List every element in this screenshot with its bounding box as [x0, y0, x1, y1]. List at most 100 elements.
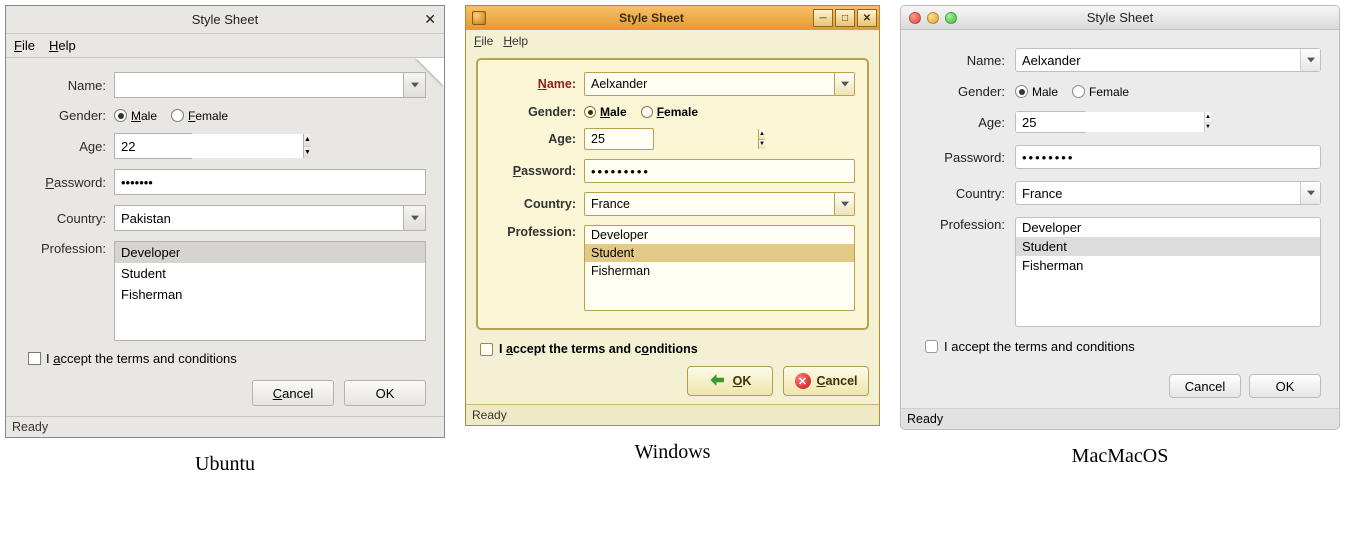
radio-icon	[584, 106, 596, 118]
age-label: Age:	[919, 115, 1005, 130]
checkbox-icon[interactable]	[480, 343, 493, 356]
country-label: Country:	[24, 211, 106, 226]
chevron-up-icon[interactable]: ▲	[1205, 112, 1211, 123]
ok-button[interactable]: OK	[1249, 374, 1321, 398]
password-label: Password:	[490, 164, 576, 178]
list-item[interactable]: Fisherman	[1016, 256, 1320, 275]
page-curl-decoration	[416, 58, 444, 86]
titlebar: Style Sheet ─ □ ✕	[466, 6, 879, 30]
menu-file[interactable]: File	[14, 38, 35, 53]
terms-checkbox-row[interactable]: I accept the terms and conditions	[28, 351, 426, 366]
profession-list[interactable]: Developer Student Fisherman	[1015, 217, 1321, 327]
titlebar: Style Sheet ✕	[6, 6, 444, 34]
gender-female-radio[interactable]: Female	[1072, 85, 1129, 99]
profession-list[interactable]: Developer Student Fisherman	[584, 225, 855, 311]
minimize-icon[interactable]: ─	[813, 9, 833, 27]
menu-help[interactable]: Help	[503, 34, 528, 48]
list-item[interactable]: Developer	[585, 226, 854, 244]
terms-checkbox-row[interactable]: I accept the terms and conditions	[925, 339, 1321, 354]
age-input[interactable]	[1016, 112, 1204, 132]
cancel-button[interactable]: Cancel	[252, 380, 334, 406]
name-combo[interactable]	[584, 72, 855, 96]
list-item[interactable]: Fisherman	[585, 262, 854, 280]
chevron-down-icon[interactable]: ▼	[304, 147, 311, 159]
maximize-icon[interactable]: □	[835, 9, 855, 27]
radio-icon	[1072, 85, 1085, 98]
country-input[interactable]	[115, 206, 403, 230]
age-label: Age:	[490, 132, 576, 146]
profession-label: Profession:	[490, 225, 576, 239]
menu-file[interactable]: File	[474, 34, 493, 48]
profession-list[interactable]: Developer Student Fisherman	[114, 241, 426, 341]
mac-window: Style Sheet Name: Gender: Male Female Ag…	[900, 5, 1340, 430]
password-input[interactable]	[114, 169, 426, 195]
age-spinbox[interactable]: ▲▼	[114, 133, 192, 159]
close-icon[interactable]: ✕	[424, 11, 436, 28]
name-input[interactable]	[585, 73, 834, 95]
chevron-down-icon[interactable]	[834, 73, 854, 95]
chevron-up-icon[interactable]: ▲	[759, 129, 765, 140]
button-row: OK ✕ Cancel	[466, 366, 869, 396]
ok-button[interactable]: OK	[687, 366, 773, 396]
gender-female-radio[interactable]: Female	[641, 105, 698, 119]
age-spinbox[interactable]: ▲▼	[584, 128, 654, 150]
country-input[interactable]	[585, 193, 834, 215]
country-combo[interactable]	[1015, 181, 1321, 205]
profession-label: Profession:	[919, 217, 1005, 232]
chevron-down-icon[interactable]: ▼	[759, 140, 765, 150]
chevron-down-icon[interactable]	[1300, 49, 1320, 71]
status-bar: Ready	[901, 408, 1339, 429]
list-item[interactable]: Fisherman	[115, 284, 425, 305]
status-bar: Ready	[466, 404, 879, 425]
ok-arrow-icon	[709, 371, 727, 392]
name-label: Name:	[24, 78, 106, 93]
checkbox-icon[interactable]	[28, 352, 41, 365]
password-input[interactable]: ••••••••	[1015, 145, 1321, 169]
chevron-down-icon[interactable]: ▼	[1205, 123, 1211, 133]
gender-male-radio[interactable]: Male	[114, 109, 157, 123]
radio-icon	[1015, 85, 1028, 98]
list-item[interactable]: Student	[585, 244, 854, 262]
password-input[interactable]: •••••••••	[584, 159, 855, 183]
gender-female-radio[interactable]: Female	[171, 109, 228, 123]
terms-label: I accept the terms and conditions	[46, 351, 237, 366]
female-label: Female	[1089, 85, 1129, 99]
country-combo[interactable]	[114, 205, 426, 231]
list-item[interactable]: Developer	[115, 242, 425, 263]
gender-male-radio[interactable]: Male	[1015, 85, 1058, 99]
caption: MacMacOS	[1072, 445, 1169, 468]
chevron-down-icon[interactable]	[1300, 182, 1320, 204]
checkbox-icon[interactable]	[925, 340, 938, 353]
button-row: Cancel OK	[901, 374, 1339, 408]
gender-male-radio[interactable]: Male	[584, 105, 627, 119]
password-label: Password:	[24, 175, 106, 190]
list-item[interactable]: Developer	[1016, 218, 1320, 237]
close-icon[interactable]: ✕	[857, 9, 877, 27]
age-input[interactable]	[115, 134, 303, 158]
age-spinbox[interactable]: ▲▼	[1015, 111, 1087, 133]
terms-label: I accept the terms and conditions	[944, 339, 1135, 354]
ok-button[interactable]: OK	[344, 380, 426, 406]
window-title: Style Sheet	[192, 12, 259, 27]
list-item[interactable]: Student	[115, 263, 425, 284]
titlebar: Style Sheet	[901, 6, 1339, 30]
country-input[interactable]	[1016, 182, 1300, 204]
chevron-down-icon[interactable]	[834, 193, 854, 215]
terms-checkbox-row[interactable]: I accept the terms and conditions	[480, 342, 879, 356]
app-icon	[472, 11, 486, 25]
name-input[interactable]	[1016, 49, 1300, 71]
name-combo[interactable]	[1015, 48, 1321, 72]
menu-help[interactable]: Help	[49, 38, 76, 53]
country-combo[interactable]	[584, 192, 855, 216]
age-input[interactable]	[585, 129, 758, 149]
name-combo[interactable]	[114, 72, 426, 98]
name-input[interactable]	[115, 73, 403, 97]
cancel-button[interactable]: ✕ Cancel	[783, 366, 869, 396]
status-bar: Ready	[6, 416, 444, 437]
chevron-up-icon[interactable]: ▲	[304, 134, 311, 147]
chevron-down-icon[interactable]	[403, 206, 425, 230]
menubar: File Help	[6, 34, 444, 58]
list-item[interactable]: Student	[1016, 237, 1320, 256]
windows-window: Style Sheet ─ □ ✕ File Help Name: Gender…	[465, 5, 880, 426]
cancel-button[interactable]: Cancel	[1169, 374, 1241, 398]
